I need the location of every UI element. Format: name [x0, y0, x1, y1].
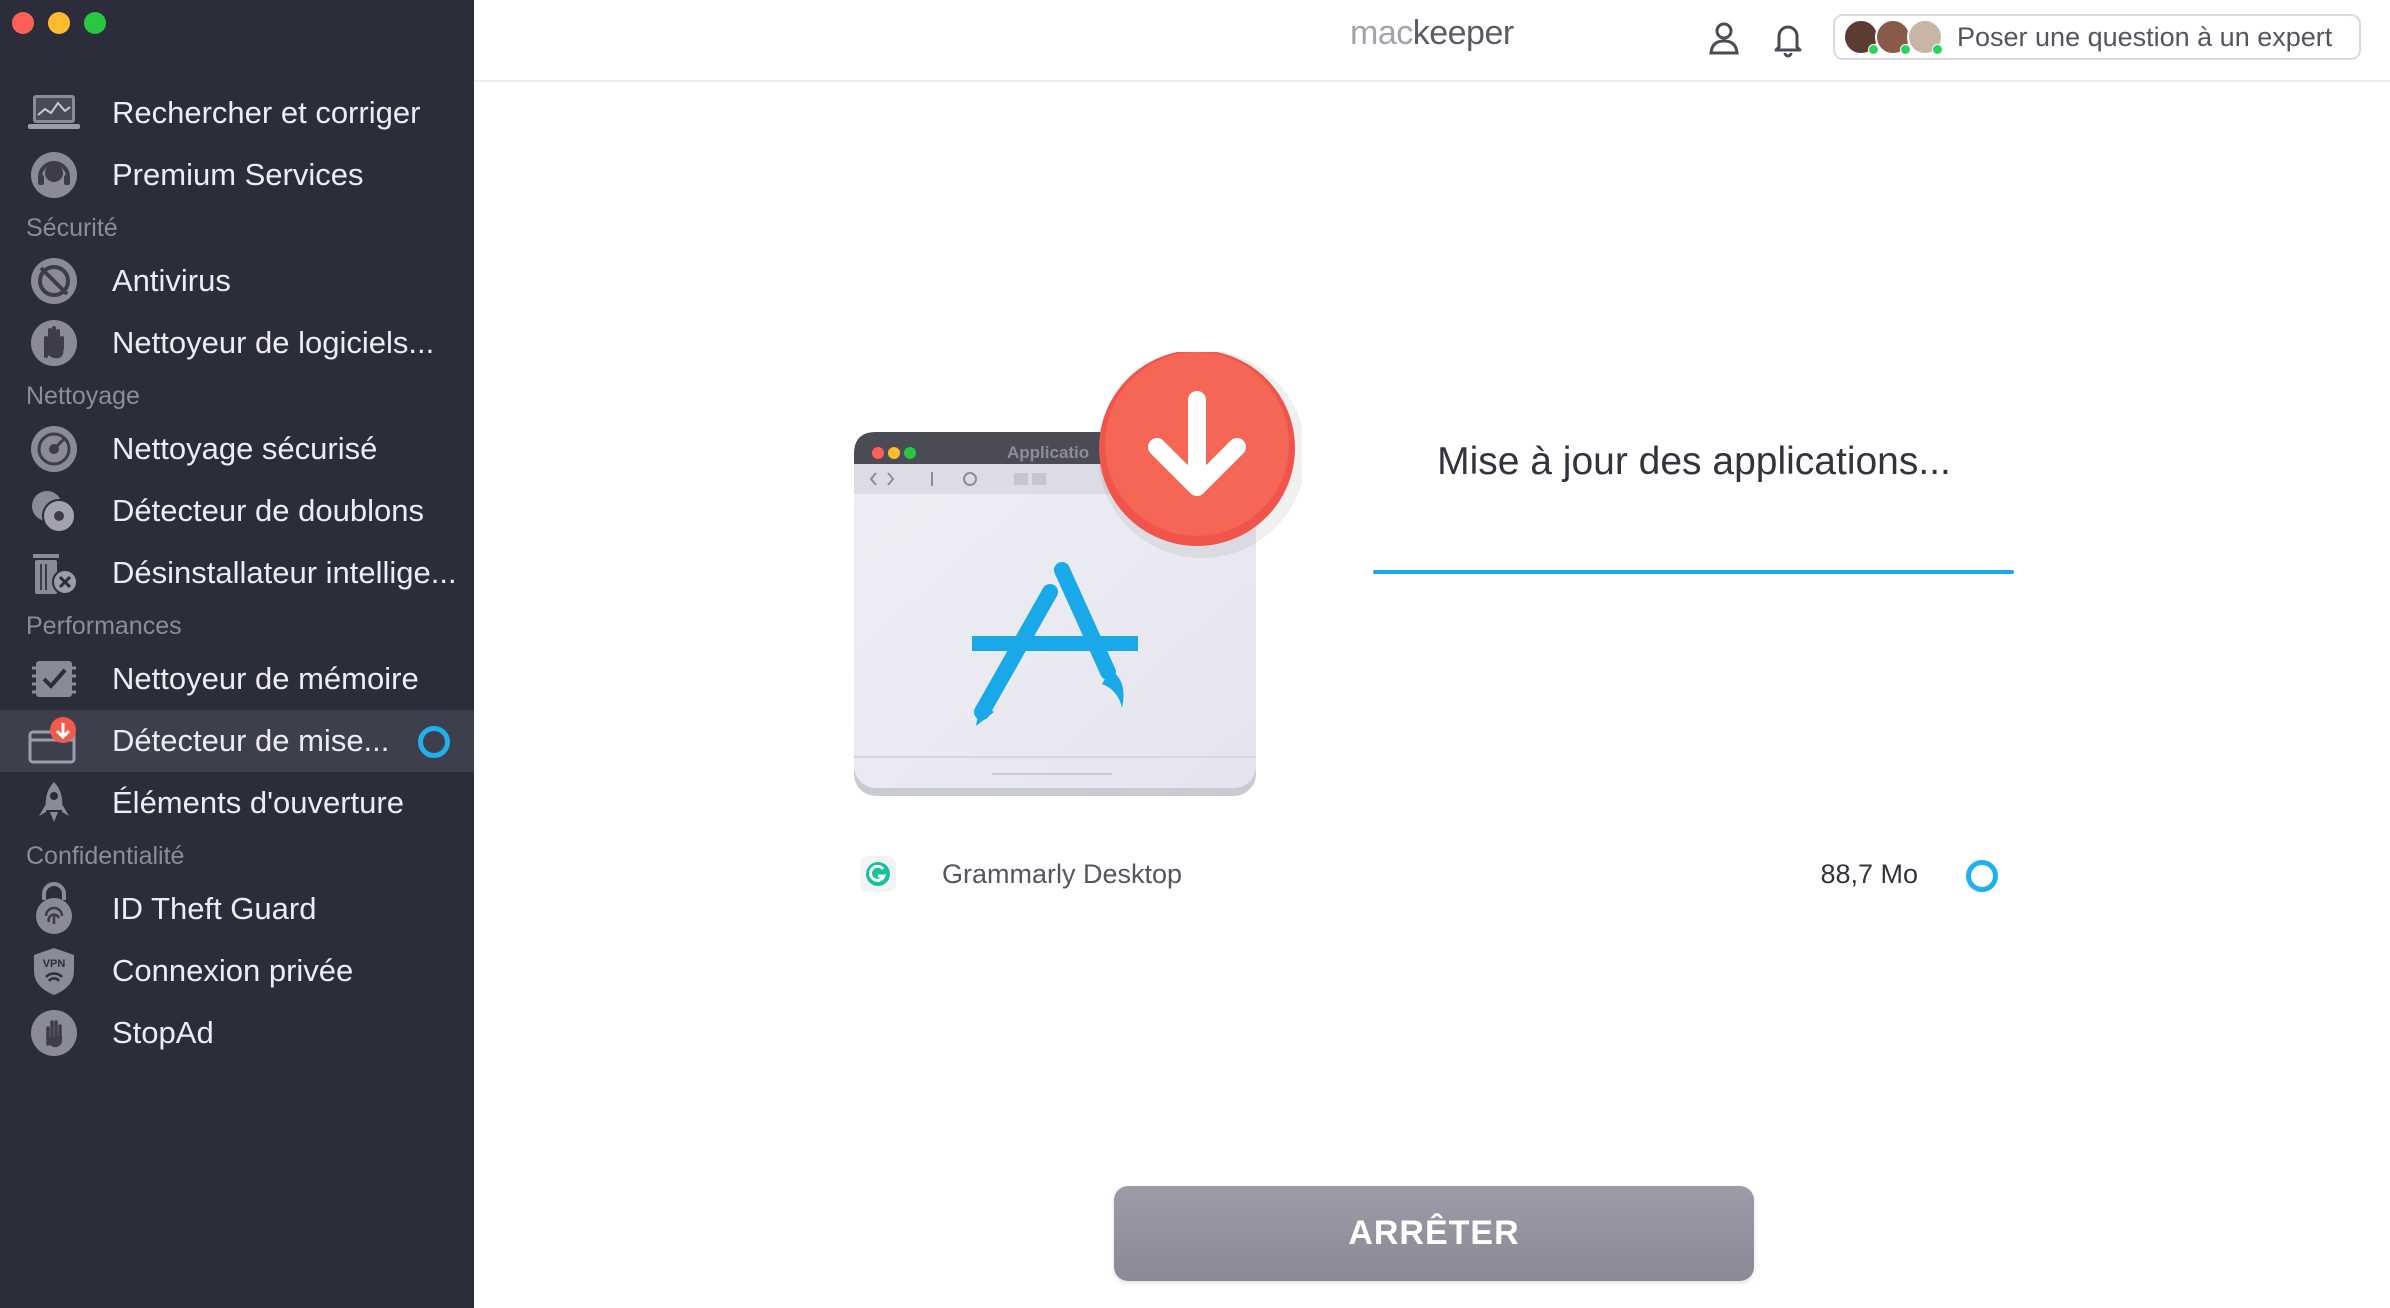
sidebar-item-nettoyage-securise[interactable]: Nettoyage sécurisé: [0, 418, 474, 480]
stop-button[interactable]: ARRÊTER: [1114, 1186, 1754, 1281]
laptop-scan-icon: [26, 85, 82, 141]
zoom-window-button[interactable]: [84, 12, 106, 34]
section-label-confidentialite: Confidentialité: [26, 842, 185, 870]
sidebar-item-elements-ouverture[interactable]: Éléments d'ouverture: [0, 772, 474, 834]
grammarly-app-icon: [858, 854, 898, 894]
sidebar-item-label: Détecteur de doublons: [112, 493, 424, 528]
sidebar-item-desinstallateur[interactable]: Désinstallateur intellige...: [0, 542, 474, 604]
sidebar-item-nettoyeur-logiciels[interactable]: Nettoyeur de logiciels...: [0, 312, 474, 374]
sidebar-item-label: Nettoyage sécurisé: [112, 431, 378, 466]
sidebar-item-label: StopAd: [112, 1015, 214, 1050]
update-status-title: Mise à jour des applications...: [1437, 440, 1951, 483]
sidebar: Rechercher et corriger Premium Services …: [0, 0, 474, 1308]
sidebar-item-label: ID Theft Guard: [112, 891, 317, 926]
stopad-hand-icon: [26, 1005, 82, 1061]
mackeeper-logo: mackeeper: [1350, 14, 1514, 52]
uninstaller-icon: [26, 545, 82, 601]
sidebar-item-label: Nettoyeur de mémoire: [112, 661, 419, 696]
loading-spinner-icon: [1966, 860, 1998, 892]
memory-check-icon: [26, 651, 82, 707]
sidebar-item-label: Connexion privée: [112, 953, 354, 988]
top-bar: mackeeper Poser une question à un expert: [474, 0, 2390, 82]
sidebar-item-label: Antivirus: [112, 263, 231, 298]
app-store-update-illustration: Applicatio: [852, 350, 1306, 802]
sidebar-item-label: Rechercher et corriger: [112, 95, 421, 130]
sidebar-item-detecteur-doublons[interactable]: Détecteur de doublons: [0, 480, 474, 542]
window-controls: [12, 12, 106, 34]
section-label-performances: Performances: [26, 612, 182, 640]
update-progress-bar: [1373, 570, 2014, 574]
rocket-icon: [26, 775, 82, 831]
avatar: [1907, 19, 1943, 55]
loading-spinner-icon: [418, 726, 450, 758]
close-window-button[interactable]: [12, 12, 34, 34]
expert-avatars: [1843, 19, 1943, 55]
notification-bell-icon[interactable]: [1768, 18, 1808, 58]
svg-text:VPN: VPN: [43, 958, 66, 970]
update-tracker-icon: [26, 713, 82, 769]
sidebar-item-label: Nettoyeur de logiciels...: [112, 325, 435, 360]
sidebar-menu: Rechercher et corriger Premium Services …: [0, 82, 474, 1064]
disk-clean-icon: [26, 421, 82, 477]
sidebar-item-connexion-privee[interactable]: VPN Connexion privée: [0, 940, 474, 1002]
headset-icon: [26, 147, 82, 203]
sidebar-item-premium-services[interactable]: Premium Services: [0, 144, 474, 206]
section-label-securite: Sécurité: [26, 214, 118, 242]
app-size: 88,7 Mo: [1820, 859, 1918, 889]
sidebar-item-label: Premium Services: [112, 157, 364, 192]
duplicates-icon: [26, 483, 82, 539]
update-progress-fill: [1373, 570, 2014, 574]
app-name: Grammarly Desktop: [942, 859, 1183, 889]
sidebar-item-detecteur-mise-a-jour[interactable]: Détecteur de mise...: [0, 710, 474, 772]
sidebar-item-id-theft-guard[interactable]: ID Theft Guard: [0, 878, 474, 940]
sidebar-item-rechercher[interactable]: Rechercher et corriger: [0, 82, 474, 144]
sidebar-item-nettoyeur-memoire[interactable]: Nettoyeur de mémoire: [0, 648, 474, 710]
sidebar-item-stopad[interactable]: StopAd: [0, 1002, 474, 1064]
sidebar-item-antivirus[interactable]: Antivirus: [0, 250, 474, 312]
sidebar-item-label: Désinstallateur intellige...: [112, 555, 457, 590]
minimize-window-button[interactable]: [48, 12, 70, 34]
hand-stop-icon: [26, 315, 82, 371]
antivirus-icon: [26, 253, 82, 309]
svg-text:Applicatio: Applicatio: [1007, 443, 1089, 462]
section-label-nettoyage: Nettoyage: [26, 382, 140, 410]
sidebar-item-label: Éléments d'ouverture: [112, 785, 404, 820]
ask-expert-button[interactable]: Poser une question à un expert: [1833, 14, 2361, 60]
list-item: Grammarly Desktop 88,7 Mo: [858, 852, 1998, 896]
fingerprint-lock-icon: [26, 881, 82, 937]
user-account-icon[interactable]: [1704, 18, 1744, 58]
avatar: [1875, 19, 1911, 55]
ask-expert-label: Poser une question à un expert: [1957, 21, 2333, 52]
sidebar-item-label: Détecteur de mise...: [112, 723, 390, 758]
vpn-shield-icon: VPN: [26, 943, 82, 999]
avatar: [1843, 19, 1879, 55]
